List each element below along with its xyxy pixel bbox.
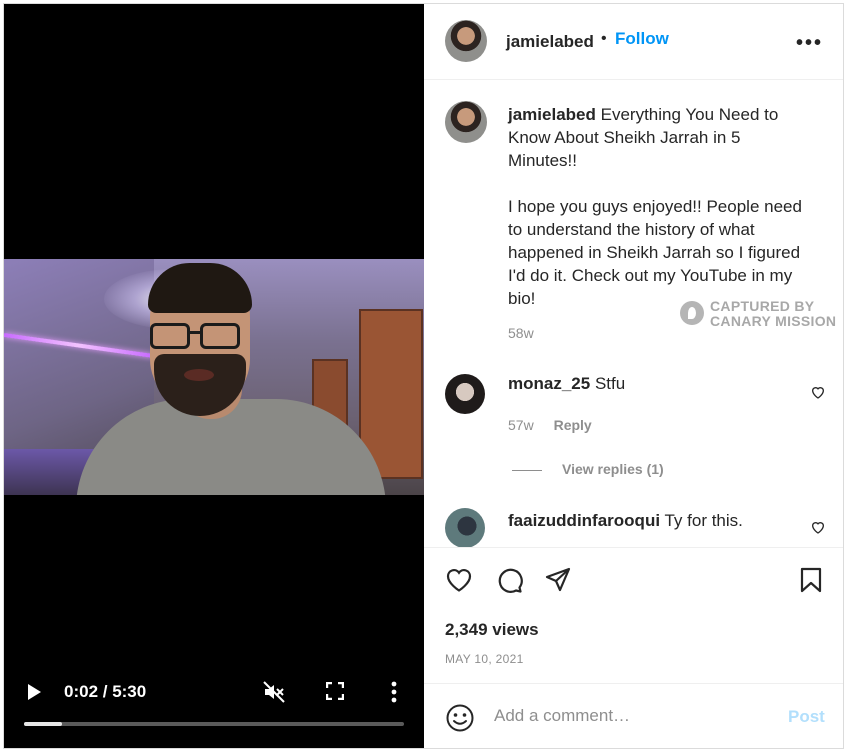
heart-icon[interactable] [810, 519, 826, 535]
avatar[interactable] [445, 20, 487, 62]
caption-username[interactable]: jamielabed [508, 105, 596, 124]
post-date[interactable]: MAY 10, 2021 [445, 652, 524, 666]
comment-body: Ty for this. [664, 511, 743, 530]
comments-list[interactable]: jamielabed Everything You Need to Know A… [424, 81, 843, 547]
video-person-glasses [190, 331, 202, 334]
video-progress-bar[interactable] [24, 722, 404, 726]
comment-username[interactable]: faaizuddinfarooqui [508, 511, 660, 530]
avatar[interactable] [445, 508, 485, 547]
caption-timestamp[interactable]: 58w [508, 325, 534, 341]
avatar[interactable] [445, 374, 485, 414]
comment-timestamp[interactable]: 57w [508, 417, 534, 433]
watermark-line2: CANARY MISSION [710, 313, 837, 329]
video-controls: 0:02 / 5:30 [4, 672, 424, 748]
reply-button[interactable]: Reply [554, 417, 592, 433]
comment-body: Stfu [594, 374, 626, 393]
post-header: jamielabed • Follow ••• [424, 4, 843, 80]
video-frame[interactable] [4, 259, 424, 495]
post-actions: 2,349 views MAY 10, 2021 [424, 547, 843, 683]
video-person-glasses [200, 323, 240, 349]
post-button[interactable]: Post [788, 707, 825, 727]
heart-icon[interactable] [810, 384, 826, 400]
watermark: CAPTURED BY CANARY MISSION [680, 297, 840, 331]
watermark-line1: CAPTURED BY [710, 298, 815, 314]
watermark-text: CAPTURED BY CANARY MISSION [710, 299, 836, 329]
more-options-icon[interactable]: ••• [796, 32, 823, 55]
emoji-icon[interactable] [445, 703, 475, 733]
post-sidebar: jamielabed • Follow ••• jamielabed Every… [424, 4, 843, 748]
more-vertical-icon[interactable] [390, 681, 398, 703]
video-time: 0:02 / 5:30 [64, 682, 147, 701]
header-username[interactable]: jamielabed [506, 32, 594, 52]
avatar[interactable] [445, 101, 487, 143]
caption-text: jamielabed Everything You Need to Know A… [508, 103, 808, 310]
video-player[interactable]: 0:02 / 5:30 [4, 4, 424, 748]
add-comment-bar: Post [424, 683, 843, 748]
share-icon[interactable] [544, 566, 572, 594]
muted-speaker-icon[interactable] [262, 680, 286, 704]
follow-button[interactable]: Follow [615, 29, 669, 49]
play-button[interactable] [26, 682, 42, 702]
comment-text: faaizuddinfarooqui Ty for this. [508, 511, 743, 531]
video-person-glasses [150, 323, 190, 349]
canary-logo-icon [680, 301, 704, 325]
header-separator: • [601, 30, 607, 47]
comment-meta: 57w Reply [508, 417, 592, 433]
video-person-hair [148, 263, 252, 313]
video-progress-fill [24, 722, 62, 726]
fullscreen-icon[interactable] [326, 682, 344, 700]
view-count[interactable]: 2,349 views [445, 620, 539, 640]
comment-text: monaz_25 Stfu [508, 374, 625, 394]
comment-username[interactable]: monaz_25 [508, 374, 590, 393]
view-replies-button[interactable]: View replies (1) [512, 461, 664, 477]
post-dialog: 0:02 / 5:30 jamielabed • Follow ••• jami… [3, 3, 844, 749]
heart-icon[interactable] [445, 566, 473, 594]
comment-icon[interactable] [495, 566, 523, 594]
caption-body: I hope you guys enjoyed!! People need to… [508, 197, 802, 308]
bookmark-icon[interactable] [797, 566, 825, 594]
video-person-mouth [184, 369, 214, 381]
comment-input[interactable] [494, 702, 774, 730]
